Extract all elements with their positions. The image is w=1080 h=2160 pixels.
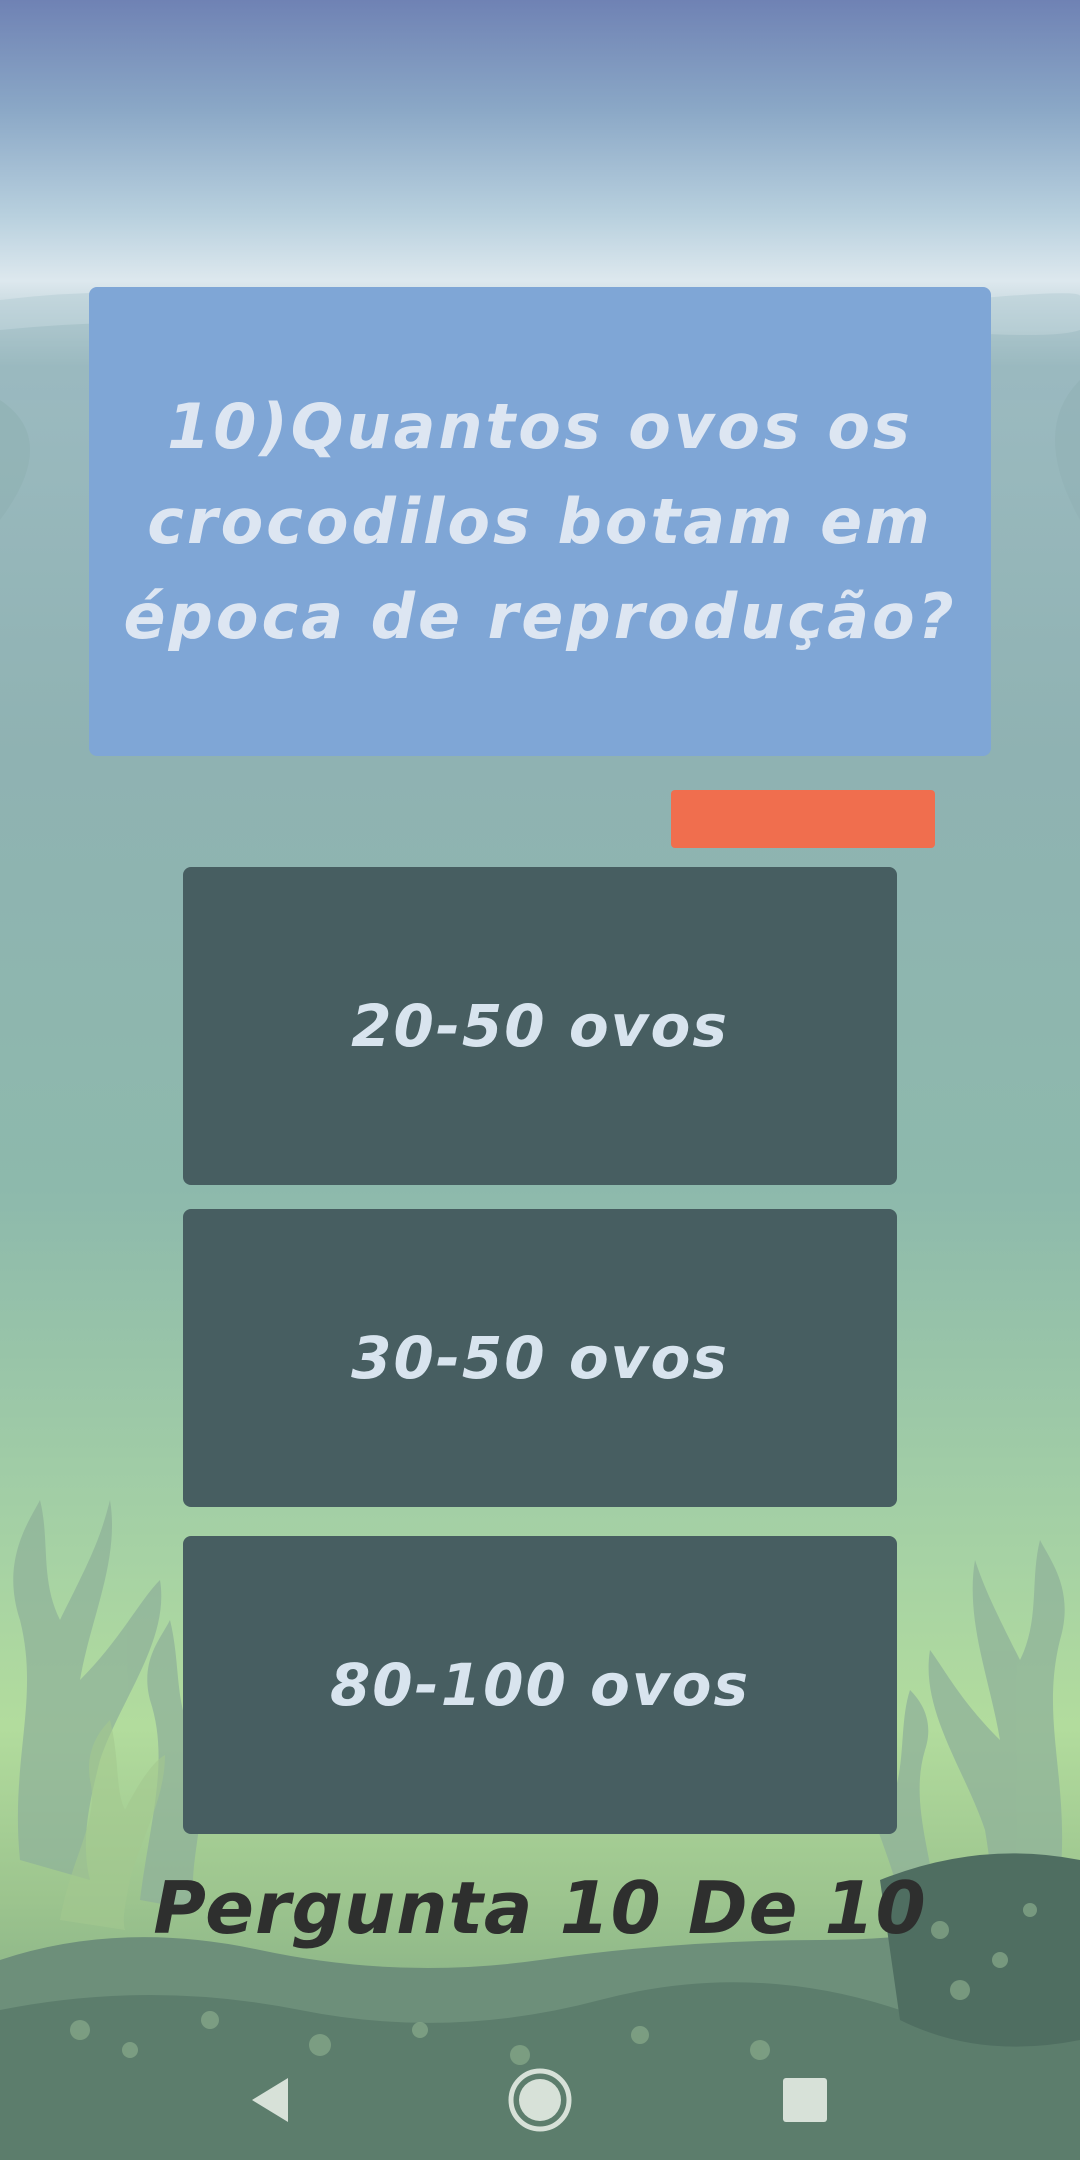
timer-bar [671, 790, 935, 848]
back-triangle-icon [252, 2078, 288, 2122]
recents-button[interactable] [745, 2040, 865, 2160]
back-button[interactable] [210, 2040, 330, 2160]
answer-button-1[interactable]: 20-50 ovos [183, 867, 897, 1185]
home-button[interactable] [480, 2040, 600, 2160]
question-box: 10)Quantos ovos os crocodilos botam em é… [89, 287, 991, 756]
question-text: 10)Quantos ovos os crocodilos botam em é… [123, 390, 957, 653]
question-progress: Pergunta 10 De 10 [153, 1866, 927, 1950]
answer-label: 30-50 ovos [351, 1324, 729, 1392]
answer-label: 20-50 ovos [351, 992, 729, 1060]
system-navigation-bar [0, 2040, 1080, 2160]
recents-square-icon [783, 2078, 827, 2122]
answer-button-3[interactable]: 80-100 ovos [183, 1536, 897, 1834]
home-circle-icon [508, 2068, 572, 2132]
quiz-screen: 10)Quantos ovos os crocodilos botam em é… [0, 0, 1080, 2160]
answer-button-2[interactable]: 30-50 ovos [183, 1209, 897, 1507]
answer-label: 80-100 ovos [329, 1651, 751, 1719]
